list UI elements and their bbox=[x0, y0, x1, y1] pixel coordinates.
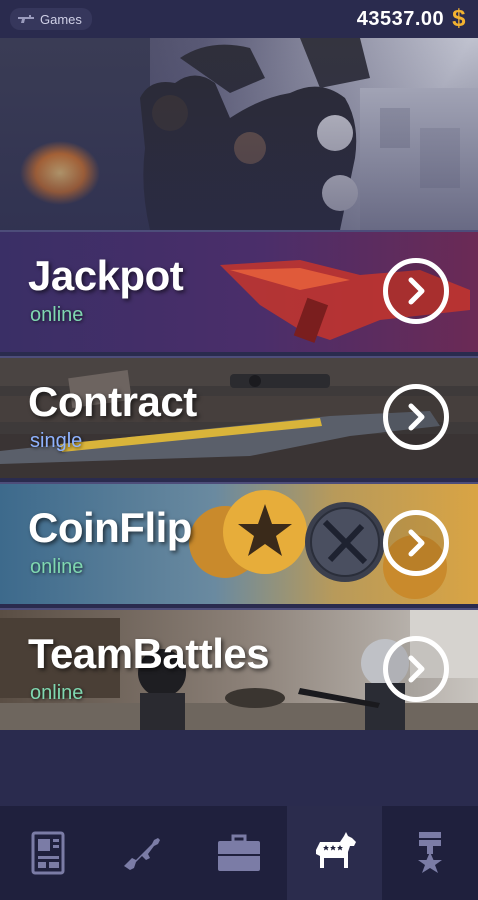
nav-item-profile[interactable] bbox=[0, 806, 96, 900]
balance-display: 43537.00 $ bbox=[357, 5, 466, 33]
mode-card-jackpot[interactable]: Jackpot online bbox=[0, 230, 478, 352]
chevron-right-icon bbox=[408, 529, 425, 557]
open-jackpot-button[interactable] bbox=[383, 258, 449, 324]
gun-icon bbox=[18, 15, 34, 23]
chevron-right-icon bbox=[408, 277, 425, 305]
nav-item-ranks[interactable] bbox=[382, 806, 478, 900]
open-coinflip-button[interactable] bbox=[383, 510, 449, 576]
balance-value: 43537.00 bbox=[356, 7, 445, 30]
mode-status: online bbox=[30, 304, 84, 326]
top-bar: Games 43537.00 $ bbox=[0, 0, 478, 38]
mode-card-contract[interactable]: Contract single bbox=[0, 356, 478, 478]
open-contract-button[interactable] bbox=[383, 384, 449, 450]
mode-title: TeamBattles bbox=[28, 630, 270, 677]
hero-banner bbox=[0, 38, 478, 230]
currency-icon: $ bbox=[452, 5, 466, 32]
rifle-icon bbox=[124, 838, 161, 870]
open-teambattles-button[interactable] bbox=[383, 636, 449, 702]
mode-title: Contract bbox=[28, 378, 197, 425]
mode-title: Jackpot bbox=[28, 252, 184, 299]
mode-status: single bbox=[30, 430, 83, 452]
donkey-icon bbox=[315, 832, 356, 868]
briefcase-icon bbox=[217, 834, 260, 871]
mode-status: online bbox=[30, 556, 84, 578]
medal-icon bbox=[418, 832, 443, 873]
hero-artwork bbox=[0, 38, 478, 230]
nav-item-inventory[interactable] bbox=[191, 806, 287, 900]
nav-item-games[interactable] bbox=[286, 806, 383, 900]
chevron-right-icon bbox=[408, 655, 425, 683]
nav-item-weapons[interactable] bbox=[96, 806, 192, 900]
id-card-icon bbox=[31, 831, 65, 875]
bottom-nav bbox=[0, 806, 478, 900]
games-button[interactable]: Games bbox=[10, 8, 92, 30]
mode-card-coinflip[interactable]: CoinFlip online bbox=[0, 482, 478, 604]
games-label: Games bbox=[40, 11, 82, 27]
chevron-right-icon bbox=[408, 403, 425, 431]
mode-status: online bbox=[30, 682, 84, 704]
mode-title: CoinFlip bbox=[28, 504, 192, 551]
mode-card-teambattles[interactable]: TeamBattles online bbox=[0, 608, 478, 730]
